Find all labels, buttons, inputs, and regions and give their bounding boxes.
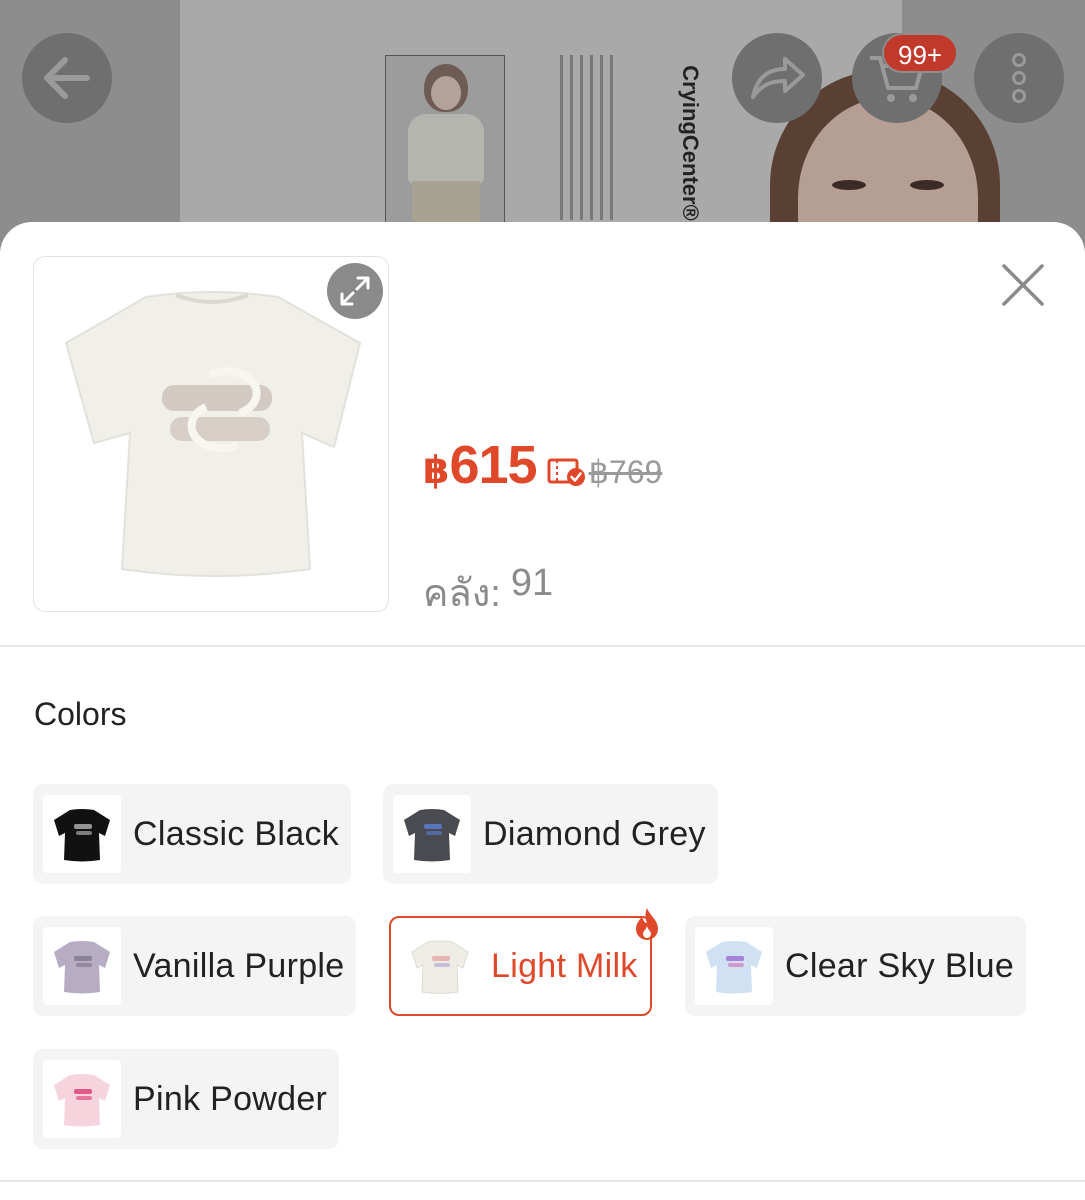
currency-symbol: ฿ [423, 450, 450, 492]
tshirt-swatch-icon [404, 809, 460, 862]
current-price: 615 [449, 435, 537, 495]
tshirt-swatch-icon [411, 940, 469, 994]
expand-icon [340, 276, 370, 306]
color-swatch [43, 927, 121, 1005]
color-swatch [695, 927, 773, 1005]
tshirt-swatch-icon [706, 941, 762, 994]
share-icon [751, 57, 805, 99]
color-option-diamond-grey[interactable]: Diamond Grey [383, 784, 718, 884]
original-price: ฿769 [588, 454, 663, 490]
divider [0, 1180, 1085, 1182]
color-label: Diamond Grey [483, 814, 706, 853]
color-label: Light Milk [491, 946, 638, 985]
close-button[interactable] [993, 255, 1053, 315]
color-option-light-milk[interactable]: Light Milk [389, 908, 658, 1016]
hot-flame-icon [635, 908, 658, 940]
back-button[interactable] [22, 33, 112, 123]
color-option-vanilla-purple[interactable]: Vanilla Purple [33, 916, 357, 1016]
color-swatch [393, 795, 471, 873]
close-icon [1002, 264, 1044, 306]
coupon-verified-icon [547, 458, 585, 486]
brand-description-text [556, 55, 618, 225]
color-option-clear-sky-blue[interactable]: Clear Sky Blue [685, 916, 1027, 1016]
color-swatch [401, 927, 479, 1005]
share-button[interactable] [732, 33, 822, 123]
variant-selection-sheet: ฿ 615 ฿769 คลัง: 91 Colors Classic Black [0, 222, 1085, 1200]
more-options-button[interactable] [974, 33, 1064, 123]
more-vertical-icon [1012, 53, 1026, 103]
tshirt-swatch-icon [54, 1074, 110, 1127]
expand-image-button[interactable] [327, 263, 383, 319]
stock-value: 91 [510, 562, 554, 604]
price-row: ฿ 615 ฿769 [423, 434, 663, 495]
color-label: Pink Powder [133, 1079, 328, 1118]
brand-name: CryingCenter® [678, 65, 703, 221]
color-swatch [43, 1060, 121, 1138]
model-photo [385, 55, 505, 241]
back-arrow-icon [44, 57, 90, 99]
tshirt-swatch-icon [54, 809, 110, 862]
stock-info: คลัง: 91 [423, 562, 553, 623]
cart-count-badge: 99+ [882, 33, 959, 73]
color-label: Clear Sky Blue [785, 946, 1015, 985]
color-label: Vanilla Purple [133, 946, 345, 985]
color-option-pink-powder[interactable]: Pink Powder [33, 1049, 340, 1149]
tshirt-swatch-icon [54, 941, 110, 994]
stock-label: คลัง: [423, 573, 501, 615]
color-label: Classic Black [133, 814, 340, 853]
color-option-classic-black[interactable]: Classic Black [33, 784, 352, 884]
color-swatch [43, 795, 121, 873]
colors-section-title: Colors [34, 696, 127, 732]
divider [0, 645, 1085, 647]
